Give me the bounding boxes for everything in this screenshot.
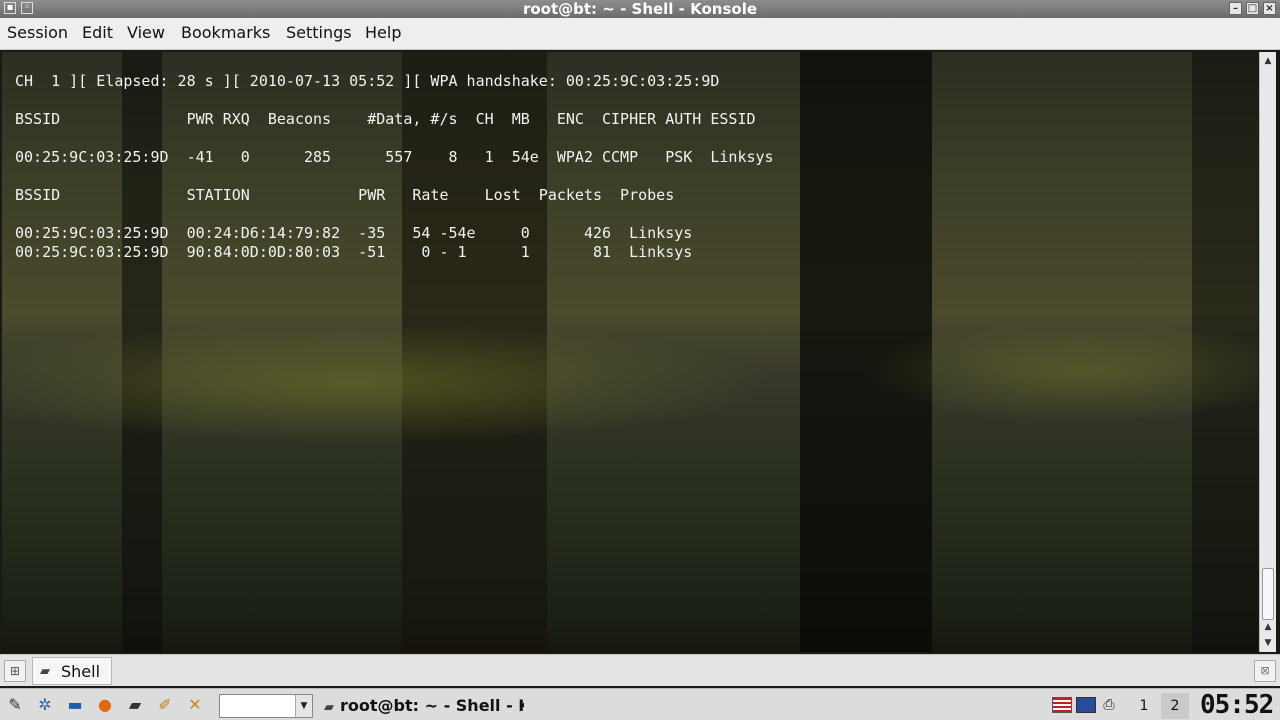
network-icon[interactable]: ✲	[34, 695, 56, 715]
crosshair-icon[interactable]: ✕	[184, 695, 206, 715]
task-konsole[interactable]: ▰ root@bt: ~ - Shell - Konsole	[324, 693, 524, 719]
terminal-line: CH 1 ][ Elapsed: 28 s ][ 2010-07-13 05:5…	[15, 72, 720, 90]
scroll-up-icon[interactable]: ▲	[1260, 620, 1276, 634]
menu-bookmarks[interactable]: Bookmarks	[181, 24, 270, 42]
terminal-line: BSSID STATION PWR Rate Lost Packets Prob…	[15, 186, 675, 204]
desktop-2-button[interactable]: 2	[1161, 693, 1189, 719]
klipper-icon[interactable]: ⎙	[1099, 697, 1119, 713]
tab-label: Shell	[61, 662, 101, 681]
firefox-icon[interactable]: ●	[94, 695, 116, 715]
title-bar: ▪ ◦ root@bt: ~ - Shell - Konsole – □ ×	[0, 0, 1280, 18]
command-combo[interactable]: ▼	[219, 694, 313, 718]
terminal-scrollbar[interactable]: ▲ ▲ ▼	[1259, 52, 1276, 652]
desktop-icon[interactable]: ▬	[64, 695, 86, 715]
close-button[interactable]: ×	[1263, 2, 1276, 15]
terminal-output: CH 1 ][ Elapsed: 28 s ][ 2010-07-13 05:5…	[15, 72, 774, 262]
task-label: root@bt: ~ - Shell - Konsole	[340, 696, 524, 715]
ruler-icon[interactable]: ✐	[154, 695, 176, 715]
clock[interactable]: 05:52	[1200, 690, 1274, 720]
menu-bar: Session Edit View Bookmarks Settings Hel…	[0, 18, 1280, 50]
kde-menu-icon[interactable]: ✎	[4, 695, 26, 715]
menu-session[interactable]: Session	[7, 24, 68, 42]
terminal-line: BSSID PWR RXQ Beacons #Data, #/s CH MB E…	[15, 110, 756, 128]
terminal-line: 00:25:9C:03:25:9D -41 0 285 557 8 1 54e …	[15, 148, 774, 166]
terminal-icon[interactable]: ▰	[124, 695, 146, 715]
chevron-down-icon[interactable]: ▼	[295, 695, 312, 717]
scroll-up-icon[interactable]: ▲	[1260, 54, 1276, 68]
us-flag-icon[interactable]	[1052, 697, 1072, 713]
terminal-icon: ▰	[324, 700, 334, 715]
maximize-button[interactable]: □	[1246, 2, 1259, 15]
tab-shell[interactable]: ▰ Shell	[32, 657, 112, 685]
terminal-line: 00:25:9C:03:25:9D 90:84:0D:0D:80:03 -51 …	[15, 243, 693, 261]
taskbar: ✎ ✲ ▬ ● ▰ ✐ ✕ ▼ ▰ root@bt: ~ - Shell - Ko…	[0, 688, 1280, 720]
network-tray-icon[interactable]	[1076, 697, 1096, 713]
menu-edit[interactable]: Edit	[82, 24, 113, 42]
terminal-line: 00:25:9C:03:25:9D 00:24:D6:14:79:82 -35 …	[15, 224, 693, 242]
scroll-thumb[interactable]	[1262, 568, 1274, 620]
terminal-view[interactable]: CH 1 ][ Elapsed: 28 s ][ 2010-07-13 05:5…	[2, 52, 1258, 652]
window-title: root@bt: ~ - Shell - Konsole	[522, 0, 758, 18]
minimize-button[interactable]: –	[1229, 2, 1242, 15]
new-tab-button[interactable]: ⊞	[4, 660, 26, 682]
desktop-1-button[interactable]: 1	[1130, 693, 1158, 719]
menu-settings[interactable]: Settings	[286, 24, 352, 42]
menu-help[interactable]: Help	[365, 24, 401, 42]
terminal-icon: ▰	[40, 664, 50, 679]
scroll-down-icon[interactable]: ▼	[1260, 636, 1276, 650]
menu-view[interactable]: View	[127, 24, 165, 42]
tab-bar: ⊞ ▰ Shell ⊠	[0, 654, 1280, 686]
close-tab-button[interactable]: ⊠	[1254, 660, 1276, 682]
